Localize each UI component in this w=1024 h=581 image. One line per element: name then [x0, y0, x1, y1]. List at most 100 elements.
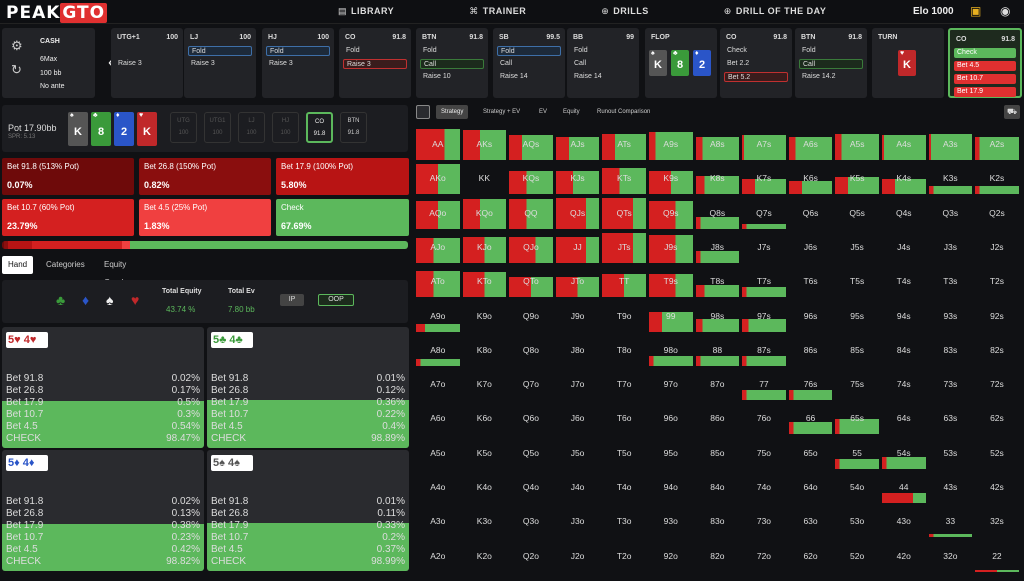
hand-cell[interactable]: K3s — [928, 161, 973, 195]
hand-cell[interactable]: 32s — [975, 504, 1019, 537]
hand-cell[interactable]: KJs — [555, 161, 600, 195]
hand-cell[interactable]: Q7s — [742, 196, 786, 229]
action-option[interactable]: Call — [571, 59, 635, 69]
action-option[interactable]: Fold — [343, 46, 407, 56]
hand-cell[interactable]: T3o — [602, 504, 646, 537]
hand-cell[interactable]: JTs — [602, 230, 646, 263]
hand-cell[interactable]: 98o — [649, 333, 693, 366]
hand-cell[interactable]: QTo — [509, 264, 553, 298]
action-card[interactable]: FLOP ♠ K ♣ 8 ♦ 2 — [645, 28, 717, 98]
hand-cell[interactable]: A8s — [695, 127, 740, 160]
hand-cell[interactable]: KTo — [462, 264, 507, 298]
hand-cell[interactable]: J4o — [556, 470, 600, 503]
hand-cell[interactable]: 42o — [882, 539, 926, 572]
current-option-bet-10-7[interactable]: Bet 10.7 — [954, 74, 1016, 84]
settings-gear-icon[interactable]: ⚙ — [11, 38, 23, 54]
hand-cell[interactable]: TT — [602, 264, 646, 298]
hand-cell[interactable]: 42s — [975, 470, 1019, 503]
hand-cell[interactable]: K8o — [463, 333, 507, 366]
hand-cell[interactable]: A7o — [416, 367, 460, 400]
hand-cell[interactable]: K4s — [882, 161, 926, 195]
hand-cell[interactable]: 75o — [742, 436, 786, 469]
combo-card[interactable]: 5♦ 4♦ Bet 91.8 0.02% Bet 26.8 0.13% Bet 17.9 0… — [2, 450, 204, 571]
nav-drill-of-the-day[interactable]: ⊕ DRILL OF THE DAY — [724, 6, 863, 16]
hand-cell[interactable]: 74o — [742, 470, 786, 503]
hand-cell[interactable]: AQs — [509, 127, 553, 160]
grid-view-icon[interactable] — [416, 105, 430, 119]
hand-cell[interactable]: 92s — [975, 299, 1019, 332]
bet-option[interactable]: Bet 4.5 (25% Pot) 1.83% — [139, 199, 271, 236]
combo-card[interactable]: 5♠ 4♠ Bet 91.8 0.01% Bet 26.8 0.11% Bet 17.9 0… — [207, 450, 409, 571]
hand-cell[interactable]: 77 — [742, 367, 786, 401]
hand-cell[interactable]: K8s — [695, 161, 740, 195]
diamond-suit-filter[interactable]: ♦ — [82, 292, 89, 308]
hand-cell[interactable]: T4o — [602, 470, 646, 503]
hand-cell[interactable]: 74s — [882, 367, 926, 400]
tab-equity-graph[interactable]: Equity Graph — [98, 256, 132, 287]
hand-cell[interactable]: J9s — [649, 230, 693, 263]
action-option[interactable]: Raise 10 — [420, 72, 484, 82]
hand-cell[interactable]: J8s — [695, 230, 740, 263]
bet-option[interactable]: Bet 26.8 (150% Pot) 0.82% — [139, 158, 271, 195]
hand-cell[interactable]: J5s — [835, 230, 879, 263]
hand-cell[interactable]: AJs — [555, 127, 600, 160]
action-card[interactable]: LJ 100 Fold Raise 3 — [184, 28, 256, 98]
hand-cell[interactable]: 55 — [835, 436, 879, 469]
hand-cell[interactable]: QJs — [555, 196, 600, 229]
hand-cell[interactable]: Q6s — [789, 196, 833, 229]
hand-cell[interactable]: QJo — [509, 230, 553, 263]
action-card[interactable]: BB 99 Fold Call Raise 14 — [567, 28, 639, 98]
action-card[interactable]: HJ 100 Fold Raise 3 — [262, 28, 334, 98]
hand-cell[interactable]: 66 — [788, 401, 833, 435]
action-option[interactable]: Fold — [497, 46, 561, 56]
current-option-bet-4-5[interactable]: Bet 4.5 — [954, 61, 1016, 71]
hand-cell[interactable]: J4s — [882, 230, 926, 263]
hand-cell[interactable]: J2o — [556, 539, 600, 572]
hand-cell[interactable]: K3o — [463, 504, 507, 537]
hand-cell[interactable]: A7s — [742, 127, 786, 160]
hand-cell[interactable]: 53s — [929, 436, 973, 469]
hand-cell[interactable]: Q2o — [509, 539, 553, 572]
hand-cell[interactable]: J6s — [789, 230, 833, 263]
hand-cell[interactable]: A3s — [928, 127, 973, 160]
hand-cell[interactable]: QTs — [602, 196, 646, 229]
current-option-check[interactable]: Check — [954, 48, 1016, 58]
hand-cell[interactable]: 62s — [975, 401, 1019, 434]
hand-cell[interactable]: J2s — [975, 230, 1019, 263]
hand-cell[interactable]: 33 — [928, 504, 973, 538]
action-card[interactable]: CO 91.8 Check Bet 2.2 Bet 5.2 — [720, 28, 792, 98]
hand-cell[interactable]: 62o — [789, 539, 833, 572]
hand-cell[interactable]: Q8o — [509, 333, 553, 366]
action-option[interactable]: Raise 14 — [497, 72, 561, 82]
logo[interactable]: PEAK GTO — [6, 3, 108, 23]
hand-cell[interactable]: 72s — [975, 367, 1019, 400]
hand-cell[interactable]: 52o — [835, 539, 879, 572]
seat-btn[interactable]: BTN 91.8 — [340, 112, 367, 143]
hand-cell[interactable]: Q7o — [509, 367, 553, 400]
hand-cell[interactable]: J7o — [556, 367, 600, 400]
nav-drills[interactable]: ⊕ DRILLS — [601, 6, 685, 16]
seat-utg1[interactable]: UTG1 100 — [204, 112, 231, 143]
hand-cell[interactable]: QQ — [509, 196, 553, 229]
hand-cell[interactable]: 83s — [929, 333, 973, 366]
hand-cell[interactable]: T2s — [975, 264, 1019, 297]
action-card[interactable]: SB 99.5 Fold Call Raise 14 — [493, 28, 565, 98]
hand-cell[interactable]: T6o — [602, 401, 646, 434]
hand-cell[interactable]: 95o — [649, 436, 693, 469]
hand-cell[interactable]: 65o — [789, 436, 833, 469]
hand-cell[interactable]: KK — [463, 161, 507, 194]
nav-library[interactable]: ▤ LIBRARY — [338, 6, 430, 16]
hand-cell[interactable]: Q3o — [509, 504, 553, 537]
hand-cell[interactable]: 76s — [788, 367, 833, 401]
user-icon[interactable]: ◉ — [1000, 4, 1010, 18]
action-option[interactable]: Call — [497, 59, 561, 69]
chat-icon[interactable]: ▣ — [970, 4, 981, 18]
hand-cell[interactable]: A9o — [416, 299, 460, 332]
hand-cell[interactable]: A9s — [649, 127, 693, 160]
hand-cell[interactable]: K9o — [463, 299, 507, 332]
hand-cell[interactable]: 95s — [835, 299, 879, 332]
hand-cell[interactable]: 54o — [835, 470, 879, 503]
hand-cell[interactable]: T2o — [602, 539, 646, 572]
hand-cell[interactable]: Q5s — [835, 196, 879, 229]
action-option[interactable]: Fold — [420, 46, 484, 56]
